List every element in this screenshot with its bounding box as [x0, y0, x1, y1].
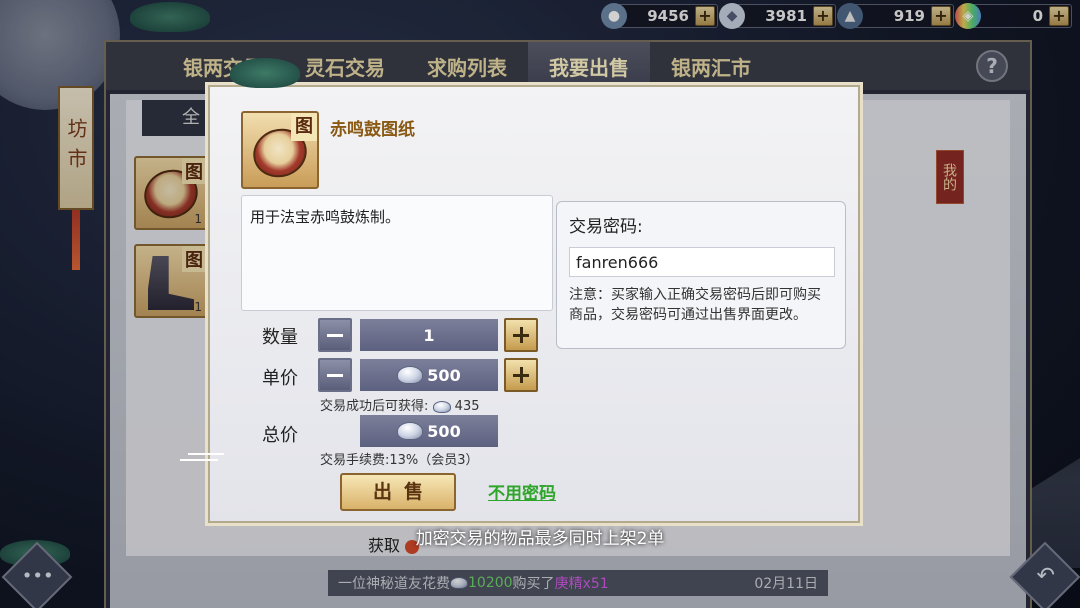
unit-price-value[interactable]: 500: [360, 359, 498, 391]
unit-price-text: 500: [427, 365, 461, 385]
silver-ingot-icon: [397, 366, 424, 384]
silver-ingot-icon: [397, 422, 424, 440]
password-title: 交易密码:: [569, 217, 643, 237]
item-thumbnail: 图: [241, 111, 319, 189]
password-note: 注意：买家输入正确交易密码后即可购买商品，交易密码可通过出售界面更改。: [569, 287, 821, 323]
total-price-text: 500: [427, 421, 461, 441]
after-sale-info: 交易成功后可获得: 435: [320, 395, 480, 414]
price-increase-button[interactable]: [504, 358, 538, 392]
unit-price-label: 单价: [262, 368, 298, 389]
toast-message: 加密交易的物品最多同时上架2单: [415, 529, 665, 549]
total-price-label: 总价: [262, 425, 298, 446]
quantity-label: 数量: [262, 327, 298, 348]
item-type-tag: 图: [291, 113, 317, 141]
minus-icon: [327, 334, 343, 337]
trade-password-input[interactable]: [569, 247, 835, 277]
price-decrease-button[interactable]: [318, 358, 352, 392]
minus-icon: [327, 374, 343, 377]
total-price-value: 500: [360, 415, 498, 447]
no-password-link[interactable]: 不用密码: [488, 479, 556, 504]
quantity-value[interactable]: 1: [360, 319, 498, 351]
quantity-text: 1: [423, 325, 435, 345]
quantity-increase-button[interactable]: [504, 318, 538, 352]
trade-password-panel: 交易密码: 注意：买家输入正确交易密码后即可购买商品，交易密码可通过出售界面更改…: [556, 201, 846, 349]
item-name: 赤鸣鼓图纸: [330, 120, 415, 140]
fee-info: 交易手续费:13%（会员3）: [320, 453, 479, 468]
swipe-hint-icon: [180, 453, 224, 461]
after-sale-label: 交易成功后可获得:: [320, 399, 429, 414]
quantity-decrease-button[interactable]: [318, 318, 352, 352]
after-sale-value: 435: [454, 399, 480, 414]
silver-ingot-icon: [432, 400, 451, 413]
sell-button[interactable]: 出售: [340, 473, 456, 511]
pine-decoration: [230, 58, 300, 88]
item-description: 用于法宝赤鸣鼓炼制。: [241, 195, 553, 311]
sell-dialog: 图 赤鸣鼓图纸 用于法宝赤鸣鼓炼制。 交易密码: 注意：买家输入正确交易密码后即…: [208, 85, 860, 523]
